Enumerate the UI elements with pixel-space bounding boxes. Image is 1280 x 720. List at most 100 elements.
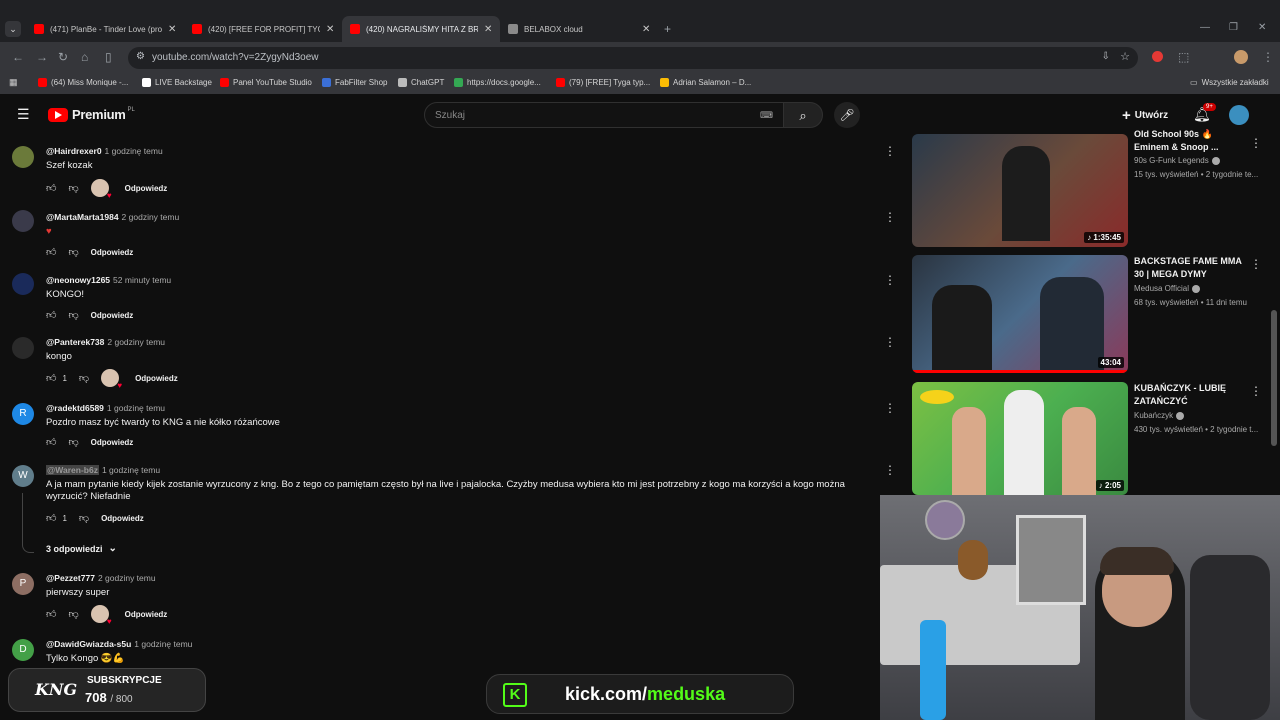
comment-time[interactable]: 1 godzinę temu [107,403,165,413]
hamburger-menu-icon[interactable]: ☰ [17,106,30,123]
avatar[interactable] [12,273,34,295]
site-info-icon[interactable]: ⚙ [136,51,145,62]
show-replies-button[interactable]: 3 odpowiedzi ⌄ [46,543,117,554]
like-icon[interactable]: 👍︎ [46,372,56,384]
forward-icon[interactable]: → [36,50,48,64]
like-icon[interactable]: 👍︎ [46,436,56,448]
bookmark-item[interactable]: (79) [FREE] Tyga typ... [556,78,650,87]
comment-time[interactable]: 1 godzinę temu [102,465,160,475]
comment-menu-icon[interactable]: ⋮ [884,401,896,415]
profile-avatar[interactable] [1234,50,1248,64]
comment-author[interactable]: @DawidGwiazda-s5u 1 godzinę temu [46,639,192,649]
minimize-icon[interactable]: — [1200,22,1210,33]
video-channel[interactable]: 90s G-Funk Legends [1134,156,1220,165]
avatar[interactable] [12,210,34,232]
close-tab-icon[interactable]: ✕ [484,24,492,35]
reply-button[interactable]: Odpowiedz [101,514,144,523]
bookmark-item[interactable]: https://docs.google... [454,78,541,87]
comment-time[interactable]: 1 godzinę temu [105,146,163,156]
comment-author[interactable]: @Panterek738 2 godziny temu [46,337,165,347]
bookmark-star-icon[interactable]: ☆ [1120,50,1130,63]
dislike-icon[interactable]: 👎︎ [79,512,89,524]
bookmark-item[interactable]: FabFilter Shop [322,78,387,87]
youtube-logo[interactable]: Premium PL [48,107,135,122]
video-menu-icon[interactable]: ⋮ [1250,136,1262,150]
comment-author[interactable]: @MartaMarta1984 2 godziny temu [46,212,179,222]
video-thumbnail[interactable]: ♪ 2:05 [912,382,1128,495]
like-icon[interactable]: 👍︎ [46,309,56,321]
comment-menu-icon[interactable]: ⋮ [884,210,896,224]
reply-button[interactable]: Odpowiedz [135,374,178,383]
extension-icon[interactable]: ⬚ [1178,50,1189,64]
tab-search-icon[interactable]: ⌄ [5,21,21,37]
video-channel[interactable]: Medusa Official [1134,284,1200,293]
create-button[interactable]: + Utwórz [1122,107,1168,124]
apps-grid-icon[interactable]: ▦ [9,77,18,88]
dislike-icon[interactable]: 👎︎ [68,436,78,448]
browser-tab-active[interactable]: (420) NAGRALIŚMY HITA Z BRO...✕ [342,16,501,42]
browser-tab[interactable]: BELABOX cloud ✕ [500,16,658,42]
dislike-icon[interactable]: 👎︎ [68,608,78,620]
related-video[interactable]: ♪ 1:35:45 Old School 90s 🔥 Eminem & Snoo… [912,129,1267,254]
comment-author[interactable]: @Waren-b6z 1 godzinę temu [46,465,160,475]
bookmark-item[interactable]: Adrian Salamon – D... [660,78,751,87]
like-icon[interactable]: 👍︎ [46,512,56,524]
all-bookmarks-folder[interactable]: ▭ Wszystkie zakładki [1190,78,1269,87]
adblock-icon[interactable] [1152,51,1163,62]
video-title[interactable]: BACKSTAGE FAME MMA 30 | MEGA DYMY [1134,255,1244,281]
dislike-icon[interactable]: 👎︎ [79,372,89,384]
home-icon[interactable]: ⌂ [81,50,88,64]
video-thumbnail[interactable]: ♪ 1:35:45 [912,134,1128,247]
keyboard-icon[interactable]: ⌨ [760,110,773,121]
avatar[interactable]: D [12,639,34,661]
comment-time[interactable]: 2 godziny temu [122,212,180,222]
video-title[interactable]: Old School 90s 🔥 Eminem & Snoop ... [1134,128,1244,154]
address-bar[interactable]: ⚙ youtube.com/watch?v=2ZygyNd3oew ⇩ ☆ [128,47,1138,69]
like-icon[interactable]: 👍︎ [46,608,56,620]
bookmark-item[interactable]: LIVE Backstage [142,78,212,87]
reply-button[interactable]: Odpowiedz [91,438,134,447]
browser-tab[interactable]: (471) PlanBe - Tinder Love (pro... ✕ [26,16,184,42]
voice-search-button[interactable]: 🎤︎ [834,102,860,128]
related-video[interactable]: ♪ 2:05 KUBAŃCZYK - LUBIĘ ZATAŃCZYĆ Kubań… [912,382,1267,502]
new-tab-button[interactable]: + [664,22,671,36]
related-video[interactable]: 43:04 BACKSTAGE FAME MMA 30 | MEGA DYMY … [912,255,1267,375]
reply-button[interactable]: Odpowiedz [125,184,168,193]
install-icon[interactable]: ⇩ [1102,51,1110,62]
back-icon[interactable]: ← [12,50,24,64]
close-window-icon[interactable]: ✕ [1258,22,1266,33]
avatar[interactable]: R [12,403,34,425]
bookmark-item[interactable]: ChatGPT [398,78,444,87]
avatar[interactable] [12,337,34,359]
close-tab-icon[interactable]: ✕ [168,24,176,35]
video-title[interactable]: KUBAŃCZYK - LUBIĘ ZATAŃCZYĆ [1134,382,1244,408]
comment-menu-icon[interactable]: ⋮ [884,463,896,477]
reply-button[interactable]: Odpowiedz [91,248,134,257]
avatar[interactable] [12,146,34,168]
comment-time[interactable]: 1 godzinę temu [134,639,192,649]
side-panel-icon[interactable]: ▯ [105,50,112,64]
comment-time[interactable]: 2 godziny temu [107,337,165,347]
close-tab-icon[interactable]: ✕ [642,24,650,35]
comment-author[interactable]: @Hairdrexer0 1 godzinę temu [46,146,163,156]
comment-menu-icon[interactable]: ⋮ [884,144,896,158]
video-menu-icon[interactable]: ⋮ [1250,257,1262,271]
video-thumbnail[interactable]: 43:04 [912,255,1128,373]
comment-author[interactable]: @radektd6589 1 godzinę temu [46,403,165,413]
avatar[interactable]: W [12,465,34,487]
reply-button[interactable]: Odpowiedz [91,311,134,320]
like-icon[interactable]: 👍︎ [46,182,56,194]
reply-button[interactable]: Odpowiedz [125,610,168,619]
search-input[interactable]: Szukaj ⌨ [424,102,784,128]
bookmark-item[interactable]: (64) Miss Monique -... [38,78,128,87]
close-tab-icon[interactable]: ✕ [326,24,334,35]
comment-time[interactable]: 2 godziny temu [98,573,156,583]
bookmark-item[interactable]: Panel YouTube Studio [220,78,312,87]
page-scrollbar[interactable] [1271,310,1277,446]
video-menu-icon[interactable]: ⋮ [1250,384,1262,398]
comment-menu-icon[interactable]: ⋮ [884,335,896,349]
reload-icon[interactable]: ↻ [58,50,68,64]
dislike-icon[interactable]: 👎︎ [68,246,78,258]
like-icon[interactable]: 👍︎ [46,246,56,258]
video-channel[interactable]: Kubańczyk [1134,411,1185,420]
